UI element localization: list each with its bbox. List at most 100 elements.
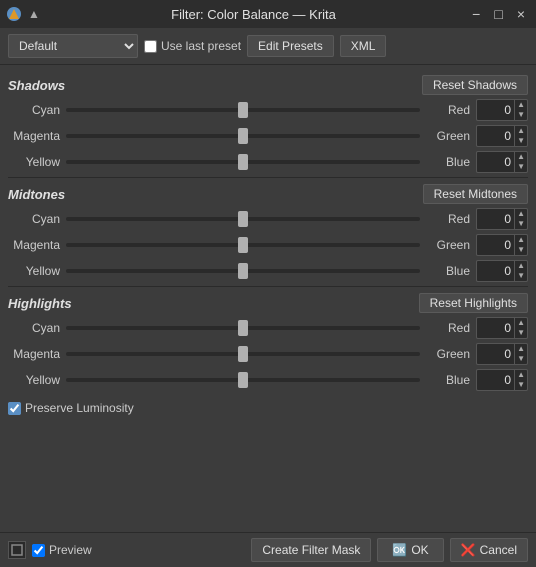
midtones-yellow-label: Yellow — [8, 264, 60, 278]
midtones-green-up[interactable]: ▲ — [515, 235, 527, 245]
midtones-red-label: Red — [426, 212, 470, 226]
midtones-magenta-row: Magenta Green ▲ ▼ — [8, 234, 528, 256]
midtones-green-label: Green — [426, 238, 470, 252]
midtones-magenta-slider[interactable] — [66, 237, 420, 253]
preview-check-label[interactable]: Preview — [32, 543, 92, 557]
highlights-yellow-label: Yellow — [8, 373, 60, 387]
reset-midtones-button[interactable]: Reset Midtones — [423, 184, 528, 204]
highlights-red-up[interactable]: ▲ — [515, 318, 527, 328]
shadows-blue-input[interactable] — [477, 154, 514, 170]
shadows-yellow-label: Yellow — [8, 155, 60, 169]
highlights-magenta-label: Magenta — [8, 347, 60, 361]
use-last-preset-checkbox[interactable] — [144, 40, 157, 53]
shadows-yellow-slider[interactable] — [66, 154, 420, 170]
midtones-blue-up[interactable]: ▲ — [515, 261, 527, 271]
create-filter-mask-button[interactable]: Create Filter Mask — [251, 538, 371, 562]
minimize-button[interactable]: − — [467, 4, 485, 24]
highlights-green-label: Green — [426, 347, 470, 361]
shadows-magenta-slider[interactable] — [66, 128, 420, 144]
cancel-label: Cancel — [480, 543, 517, 557]
highlights-red-input[interactable] — [477, 320, 514, 336]
shadows-red-arrows: ▲ ▼ — [514, 100, 527, 120]
highlights-yellow-slider[interactable] — [66, 372, 420, 388]
title-bar: ▲ Filter: Color Balance — Krita − □ × — [0, 0, 536, 28]
midtones-cyan-slider-container — [66, 211, 420, 227]
cancel-button[interactable]: ❌ Cancel — [450, 538, 528, 562]
shadows-blue-label: Blue — [426, 155, 470, 169]
highlights-blue-down[interactable]: ▼ — [515, 380, 527, 390]
close-button[interactable]: × — [512, 4, 530, 24]
reset-shadows-button[interactable]: Reset Shadows — [422, 75, 528, 95]
shadows-green-down[interactable]: ▼ — [515, 136, 527, 146]
highlights-blue-spinbox: ▲ ▼ — [476, 369, 528, 391]
divider-1 — [8, 177, 528, 178]
reset-highlights-button[interactable]: Reset Highlights — [419, 293, 528, 313]
use-last-preset-text: Use last preset — [161, 39, 241, 53]
bottom-bar: Preview Create Filter Mask 🆗 OK ❌ Cancel — [0, 532, 536, 567]
edit-presets-button[interactable]: Edit Presets — [247, 35, 334, 57]
preview-checkbox[interactable] — [32, 544, 45, 557]
shadows-red-up[interactable]: ▲ — [515, 100, 527, 110]
midtones-red-input[interactable] — [477, 211, 514, 227]
bottom-left: Preview — [8, 541, 92, 559]
midtones-blue-down[interactable]: ▼ — [515, 271, 527, 281]
shadows-red-spinbox: ▲ ▼ — [476, 99, 528, 121]
highlights-yellow-slider-container — [66, 372, 420, 388]
midtones-blue-input[interactable] — [477, 263, 514, 279]
midtones-green-input[interactable] — [477, 237, 514, 253]
toolbar: Default Use last preset Edit Presets XML — [0, 28, 536, 65]
title-bar-center: Filter: Color Balance — Krita — [40, 7, 467, 22]
highlights-cyan-label: Cyan — [8, 321, 60, 335]
preset-dropdown[interactable]: Default — [8, 34, 138, 58]
highlights-green-up[interactable]: ▲ — [515, 344, 527, 354]
highlights-green-down[interactable]: ▼ — [515, 354, 527, 364]
ok-button[interactable]: 🆗 OK — [377, 538, 443, 562]
highlights-magenta-slider-container — [66, 346, 420, 362]
window-title: Filter: Color Balance — Krita — [171, 7, 336, 22]
shadows-title: Shadows — [8, 78, 65, 93]
highlights-red-spinbox: ▲ ▼ — [476, 317, 528, 339]
preserve-luminosity-label[interactable]: Preserve Luminosity — [8, 401, 134, 415]
shadows-green-input[interactable] — [477, 128, 514, 144]
highlights-cyan-slider[interactable] — [66, 320, 420, 336]
title-bar-controls: − □ × — [467, 4, 530, 24]
preview-box[interactable] — [8, 541, 26, 559]
shadows-blue-up[interactable]: ▲ — [515, 152, 527, 162]
midtones-yellow-row: Yellow Blue ▲ ▼ — [8, 260, 528, 282]
shadows-section: Shadows Reset Shadows Cyan Red ▲ ▼ Magen… — [8, 75, 528, 173]
highlights-magenta-slider[interactable] — [66, 346, 420, 362]
midtones-header: Midtones Reset Midtones — [8, 184, 528, 204]
shadows-cyan-slider[interactable] — [66, 102, 420, 118]
highlights-title: Highlights — [8, 296, 72, 311]
preserve-luminosity-text: Preserve Luminosity — [25, 401, 134, 415]
shadows-red-down[interactable]: ▼ — [515, 110, 527, 120]
cancel-icon: ❌ — [461, 543, 476, 557]
shadows-cyan-label: Cyan — [8, 103, 60, 117]
xml-button[interactable]: XML — [340, 35, 387, 57]
highlights-red-down[interactable]: ▼ — [515, 328, 527, 338]
maximize-button[interactable]: □ — [489, 4, 507, 24]
midtones-cyan-slider[interactable] — [66, 211, 420, 227]
shadows-green-up[interactable]: ▲ — [515, 126, 527, 136]
highlights-blue-up[interactable]: ▲ — [515, 370, 527, 380]
midtones-cyan-row: Cyan Red ▲ ▼ — [8, 208, 528, 230]
shadows-cyan-row: Cyan Red ▲ ▼ — [8, 99, 528, 121]
highlights-blue-input[interactable] — [477, 372, 514, 388]
midtones-red-spinbox: ▲ ▼ — [476, 208, 528, 230]
shadows-red-label: Red — [426, 103, 470, 117]
midtones-red-down[interactable]: ▼ — [515, 219, 527, 229]
highlights-magenta-row: Magenta Green ▲ ▼ — [8, 343, 528, 365]
krita-logo — [6, 6, 22, 22]
midtones-green-down[interactable]: ▼ — [515, 245, 527, 255]
collapse-icon[interactable]: ▲ — [28, 7, 40, 21]
shadows-magenta-slider-container — [66, 128, 420, 144]
shadows-red-input[interactable] — [477, 102, 514, 118]
highlights-green-input[interactable] — [477, 346, 514, 362]
shadows-blue-down[interactable]: ▼ — [515, 162, 527, 172]
midtones-yellow-slider[interactable] — [66, 263, 420, 279]
shadows-header: Shadows Reset Shadows — [8, 75, 528, 95]
use-last-preset-label[interactable]: Use last preset — [144, 39, 241, 53]
shadows-magenta-label: Magenta — [8, 129, 60, 143]
preserve-luminosity-checkbox[interactable] — [8, 402, 21, 415]
midtones-red-up[interactable]: ▲ — [515, 209, 527, 219]
